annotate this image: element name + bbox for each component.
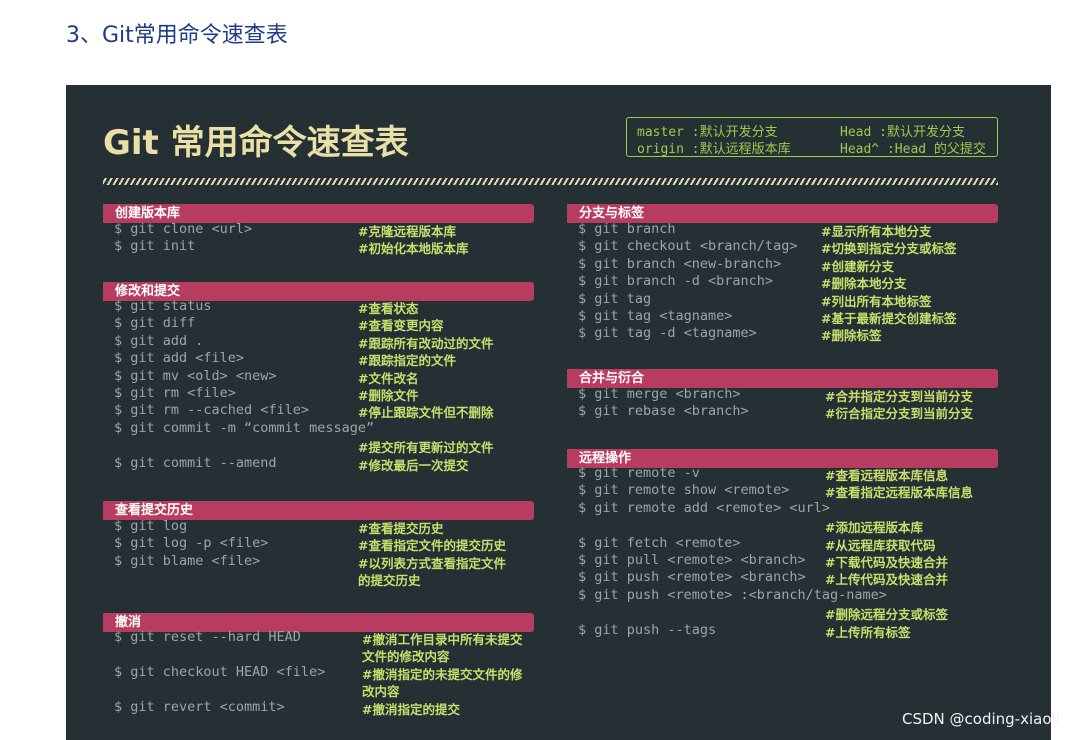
command-text: $ git mv <old> <new> [114,367,277,384]
command-comment: #上传所有标签 [825,624,911,640]
command-comment: #修改最后一次提交 [358,457,469,473]
command-comment: #克隆远程版本库 [358,224,456,239]
command-comment: #基于最新提交创建标签 [821,311,957,326]
command-comment: #添加远程版本库 [825,520,923,536]
command-comment: #列出所有本地标签 [821,293,932,309]
command-comment: #撤消指定的提交 [362,701,460,717]
command-comment: #初始化本地版本库 [358,241,469,257]
command-comment: #创建新分支 [821,258,894,274]
legend-item: Head^ :Head 的父提交 [840,142,986,157]
command-comment: #查看指定远程版本库信息 [825,485,973,501]
command-text: $ git status [114,298,212,314]
command-comment: #提交所有更新过的文件 [358,440,494,456]
command-comment: 改内容 [362,684,400,700]
command-text: $ git commit --amend [114,454,277,471]
command-text: $ git commit -m “commit message” [114,419,375,436]
command-text: $ git log -p <file> [114,535,269,552]
command-text: $ git tag [578,290,652,307]
command-text: $ git push <remote> :<branch/tag-name> [578,586,887,603]
command-comment: #查看指定文件的提交历史 [358,538,506,554]
hatch-divider [103,178,998,185]
command-text: $ git blame <file> [114,552,261,569]
command-comment: #撤消指定的未提交文件的修 [362,666,523,682]
legend-box: master :默认开发分支 Head :默认开发分支 origin :默认远程… [626,117,998,157]
command-comment: #删除远程分支或标签 [825,607,948,623]
command-text: $ git branch -d <branch> [578,273,774,290]
command-comment: #以列表方式查看指定文件 [358,555,506,571]
command-text: $ git clone <url> [114,221,253,237]
command-comment: #撤消工作目录中所有未提交 [362,632,523,647]
command-text: $ git log [114,518,188,534]
command-text: $ git rm --cached <file> [114,402,310,419]
command-text: $ git rm <file> [114,385,236,401]
command-text: $ git tag <tagname> [578,308,733,324]
command-text: $ git remote -v [578,465,700,481]
command-comment: #跟踪所有改动过的文件 [358,335,494,351]
page-heading: 3、Git常用命令速查表 [66,23,288,48]
command-comment: #查看提交历史 [358,521,444,536]
command-comment: #从远程库获取代码 [825,537,936,553]
command-comment: #切换到指定分支或标签 [821,241,957,257]
legend-row: origin :默认远程版本库 Head^ :Head 的父提交 [637,138,986,157]
command-text: $ git reset --hard HEAD [114,629,301,645]
command-text: $ git tag -d <tagname> [578,325,757,342]
command-text: $ git checkout <branch/tag> [578,238,798,255]
command-text: $ git rebase <branch> [578,403,749,420]
command-text: $ git revert <commit> [114,698,285,715]
command-text: $ git push <remote> <branch> [578,569,806,586]
command-text: $ git remote add <remote> <url> [578,499,830,516]
command-comment: #跟踪指定的文件 [358,353,456,369]
command-text: $ git remote show <remote> [578,482,790,499]
command-text: $ git add . [114,332,204,349]
command-comment: #查看远程版本库信息 [825,468,948,483]
command-comment: #查看变更内容 [358,318,444,334]
command-comment: 文件的修改内容 [362,649,450,665]
legend-item: origin :默认远程版本库 [637,142,791,157]
command-comment: 的提交历史 [358,573,421,589]
command-text: $ git fetch <remote> [578,534,741,551]
command-text: $ git merge <branch> [578,386,741,402]
command-text: $ git init [114,238,196,255]
command-text: $ git branch <new-branch> [578,255,782,272]
command-comment: #衍合指定分支到当前分支 [825,406,973,422]
command-comment: #文件改名 [358,370,419,386]
command-comment: #查看状态 [358,301,419,316]
command-text: $ git push --tags [578,621,717,638]
command-comment: #合并指定分支到当前分支 [825,389,973,404]
command-comment: #显示所有本地分支 [821,224,932,239]
sheet-title: Git 常用命令速查表 [103,123,409,163]
command-text: $ git diff [114,315,196,332]
command-comment: #删除标签 [821,328,882,344]
command-comment: #下载代码及快速合并 [825,555,948,570]
command-text: $ git pull <remote> <branch> [578,552,806,568]
cheat-sheet-image: Git 常用命令速查表 master :默认开发分支 Head :默认开发分支 … [66,85,1051,740]
command-text: $ git branch [578,221,676,237]
command-comment: #上传代码及快速合并 [825,572,948,588]
watermark: CSDN @coding-xiaoli [902,710,1060,728]
command-text: $ git checkout HEAD <file> [114,663,326,680]
command-comment: #停止跟踪文件但不删除 [358,405,494,421]
command-comment: #删除本地分支 [821,276,907,292]
command-text: $ git add <file> [114,350,245,367]
command-comment: #删除文件 [358,388,419,403]
